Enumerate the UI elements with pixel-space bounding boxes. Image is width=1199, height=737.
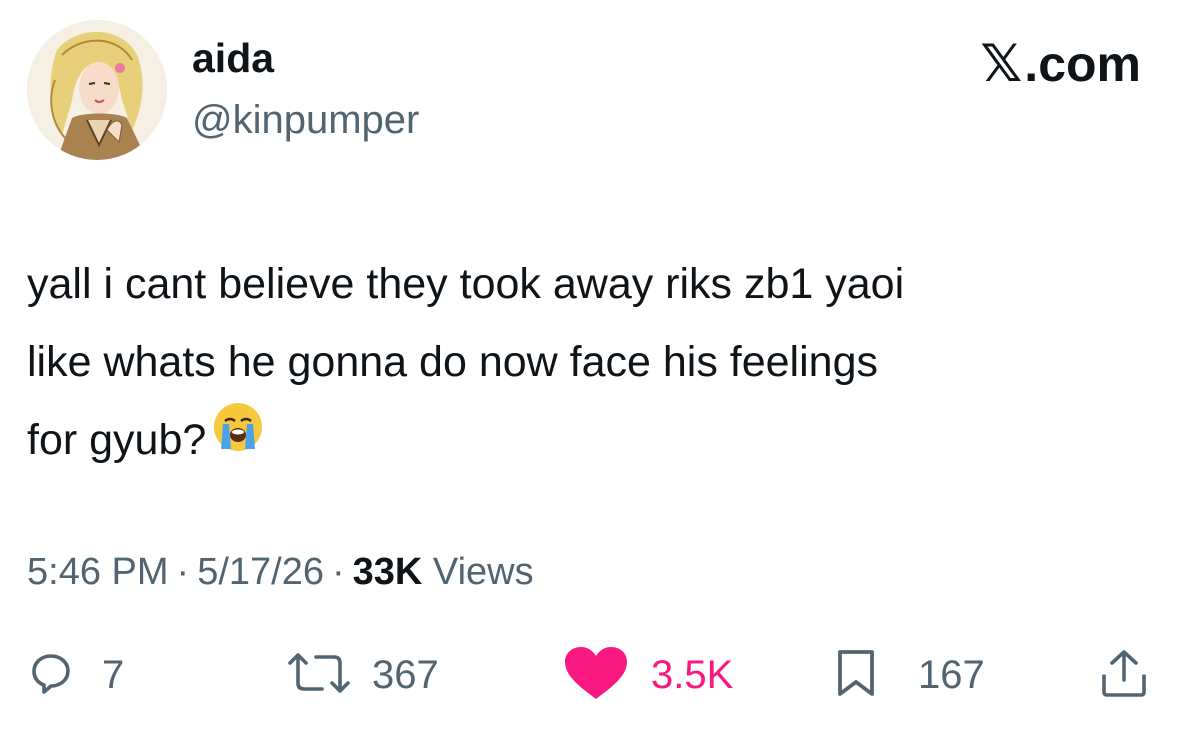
tweet-time: 5:46 PM [27,551,169,593]
views-count: 33K [352,551,423,593]
x-logo-icon: 𝕏 [980,34,1023,94]
share-button[interactable] [1100,645,1148,705]
tweet-text: yall i cant believe they took away riks … [27,245,1147,482]
avatar-illustration [27,20,167,160]
repost-count: 367 [372,653,439,697]
user-handle[interactable]: @kinpumper [192,100,419,140]
tweet-text-fragment: for gyub? [27,416,207,464]
reply-button[interactable]: 7 [30,645,124,705]
repost-icon [288,651,350,700]
meta-separator: · [331,551,345,593]
bookmark-icon [836,648,876,703]
tweet-text-line: for gyub? [27,401,1147,482]
loudly-crying-face-icon [212,400,264,478]
reply-icon [30,652,72,699]
action-bar: 7 367 3.5K 167 [0,645,1199,705]
like-button[interactable]: 3.5K [563,645,733,705]
reply-count: 7 [102,653,125,697]
like-count: 3.5K [651,653,734,697]
tweet-text-line: yall i cant believe they took away riks … [27,260,905,308]
heart-icon [563,645,629,706]
bookmark-button[interactable]: 167 [836,645,985,705]
source-label: 𝕏 .com [980,38,1141,90]
bookmark-count: 167 [918,653,985,697]
views-label: Views [432,551,534,593]
repost-button[interactable]: 367 [288,645,439,705]
share-icon [1100,648,1148,703]
tweet-metadata: 5:46 PM · 5/17/26 · 33K Views [27,553,534,591]
tweet-text-line: like whats he gonna do now face his feel… [27,338,878,386]
source-domain: .com [1024,36,1141,92]
tweet-date: 5/17/26 [197,551,324,593]
display-name[interactable]: aida [192,38,274,79]
meta-separator: · [176,551,190,593]
avatar[interactable] [27,20,167,160]
tweet-card: aida @kinpumper 𝕏 .com yall i cant belie… [0,0,1199,737]
